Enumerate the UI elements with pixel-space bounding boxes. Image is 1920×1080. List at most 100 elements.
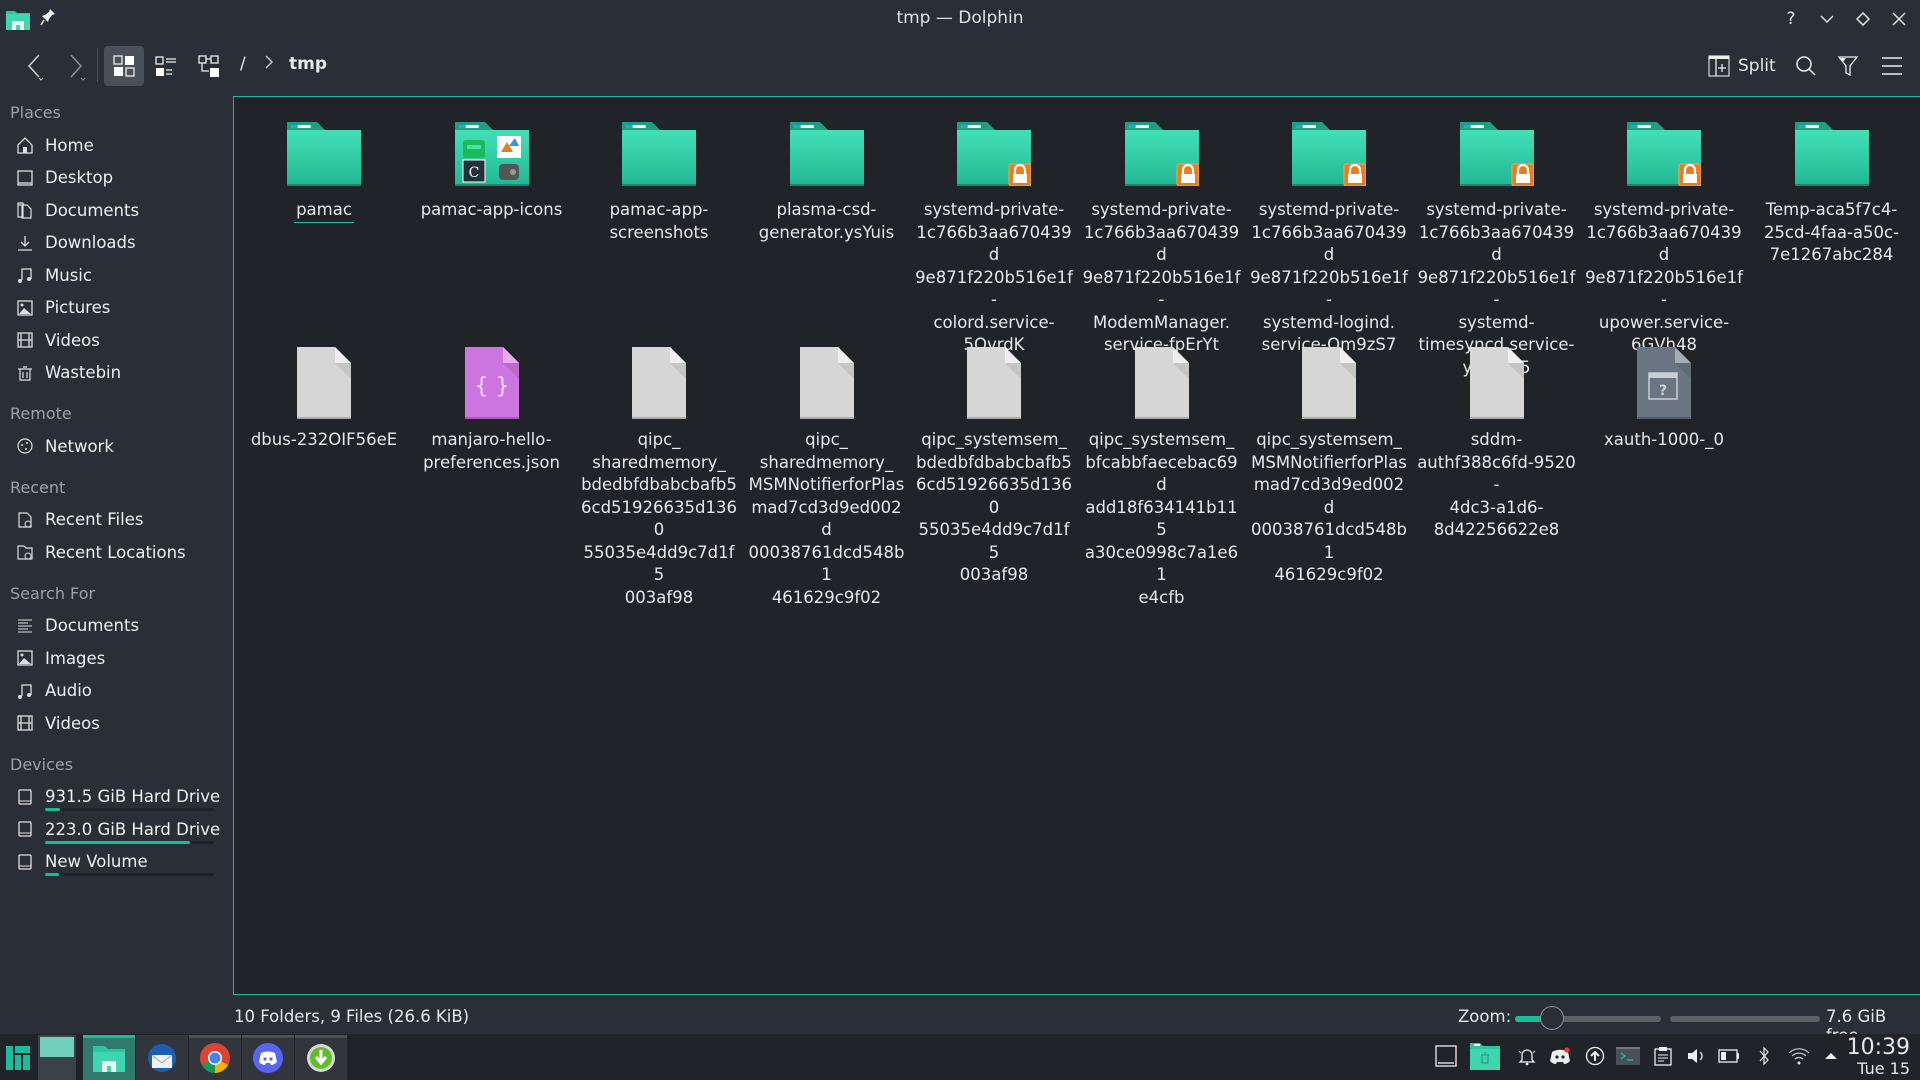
- sidebar-item-label: Home: [45, 135, 94, 155]
- volume-icon[interactable]: [1684, 1044, 1708, 1068]
- breadcrumb-separator-icon: [264, 54, 274, 75]
- sidebar-item-label: 931.5 GiB Hard Drive: [45, 787, 221, 807]
- file-icon: [787, 343, 867, 423]
- file-item[interactable]: { } manjaro-hello- preferences.json: [412, 343, 572, 474]
- locked-folder-icon: [1122, 113, 1202, 193]
- sidebar-item-network[interactable]: Network: [0, 430, 232, 463]
- search-icon: [1796, 56, 1816, 76]
- taskbar-downloader[interactable]: [295, 1035, 347, 1080]
- folder-item[interactable]: systemd-private- 1c766b3aa670439d 9e871f…: [1249, 113, 1409, 357]
- back-button[interactable]: [14, 46, 54, 86]
- breadcrumb-current[interactable]: tmp: [289, 54, 327, 74]
- toolbar: / tmp Split: [0, 44, 1920, 88]
- zoom-slider[interactable]: [1515, 1006, 1661, 1030]
- battery-icon[interactable]: [1717, 1044, 1741, 1068]
- hamburger-menu-button[interactable]: [1872, 46, 1912, 86]
- terminal-icon[interactable]: [1616, 1044, 1640, 1068]
- split-label: Split: [1738, 56, 1776, 76]
- sidebar-item-label: Images: [45, 648, 106, 668]
- taskbar-dolphin[interactable]: [83, 1035, 135, 1080]
- digital-clock[interactable]: 10:39 Tue 15: [1847, 1036, 1910, 1078]
- folder-item[interactable]: Temp-aca5f7c4- 25cd-4faa-a50c- 7e1267abc…: [1752, 113, 1912, 267]
- manjaro-logo-icon: [6, 1045, 30, 1070]
- filter-button[interactable]: [1828, 46, 1868, 86]
- folder-item[interactable]: pamac: [244, 113, 404, 223]
- sidebar-item-label: Downloads: [45, 233, 136, 253]
- folder-item[interactable]: plasma-csd- generator.ysYuis: [747, 113, 907, 244]
- window-title: tmp — Dolphin: [896, 8, 1024, 28]
- sidebar-item-home[interactable]: Home: [0, 129, 232, 162]
- forward-button[interactable]: [56, 46, 96, 86]
- taskbar: 10:39 Tue 15: [0, 1034, 1920, 1080]
- breadcrumb-root[interactable]: /: [240, 54, 246, 74]
- sidebar-item-music[interactable]: Music: [0, 259, 232, 292]
- sidebar-item-recent-locations[interactable]: Recent Locations: [0, 536, 232, 569]
- sidebar-item-931-5-gib-hard-drive[interactable]: 931.5 GiB Hard Drive: [0, 781, 232, 814]
- file-name: qipc_systemsem_ bdedbfdbabcbafb5 6cd5192…: [916, 430, 1072, 584]
- sidebar-item-wastebin[interactable]: Wastebin: [0, 357, 232, 390]
- sidebar-item-223-0-gib-hard-drive[interactable]: 223.0 GiB Hard Drive: [0, 813, 232, 846]
- sidebar-item-pictures[interactable]: Pictures: [0, 292, 232, 325]
- sidebar-item-recent-files[interactable]: Recent Files: [0, 504, 232, 537]
- sidebar-item-desktop[interactable]: Desktop: [0, 162, 232, 195]
- file-item[interactable]: ? xauth-1000-_0: [1584, 343, 1744, 452]
- wifi-icon[interactable]: [1787, 1044, 1811, 1068]
- folder-item[interactable]: systemd-private- 1c766b3aa670439d 9e871f…: [914, 113, 1074, 357]
- bluetooth-icon[interactable]: [1752, 1044, 1776, 1068]
- dolphin-trash-icon[interactable]: [1470, 1042, 1500, 1070]
- sidebar-item-audio[interactable]: Audio: [0, 675, 232, 708]
- tray-expand-icon[interactable]: [1819, 1044, 1843, 1068]
- clock-time: 10:39: [1846, 1035, 1910, 1060]
- file-item[interactable]: qipc_systemsem_ bdedbfdbabcbafb5 6cd5192…: [914, 343, 1074, 587]
- taskbar-thunderbird[interactable]: [136, 1035, 188, 1080]
- close-button[interactable]: [1886, 6, 1912, 32]
- file-view[interactable]: pamac C pamac-app-icons pamac-app- scree…: [233, 96, 1920, 995]
- zoom-label: Zoom:: [1458, 1007, 1512, 1026]
- file-item[interactable]: qipc_systemsem_ bfcabbfaecebac69d add18f…: [1082, 343, 1242, 609]
- trash-icon: [16, 364, 34, 382]
- folder-item[interactable]: systemd-private- 1c766b3aa670439d 9e871f…: [1082, 113, 1242, 357]
- sidebar-item-images[interactable]: Images: [0, 642, 232, 675]
- search-videos-icon: [16, 714, 34, 732]
- help-button[interactable]: ?: [1778, 6, 1804, 32]
- sidebar-item-documents[interactable]: Documents: [0, 194, 232, 227]
- pager-desktop-1[interactable]: [40, 1037, 74, 1057]
- file-name: pamac: [294, 199, 354, 223]
- minimize-button[interactable]: [1814, 6, 1840, 32]
- file-item[interactable]: qipc_ sharedmemory_ bdedbfdbabcbafb5 6cd…: [579, 343, 739, 609]
- virtual-desktop-pager[interactable]: [38, 1035, 76, 1080]
- folder-item[interactable]: pamac-app- screenshots: [579, 113, 739, 244]
- updates-icon[interactable]: [1583, 1044, 1607, 1068]
- file-item[interactable]: sddm- authf388c6fd-9520- 4dc3-a1d6- 8d42…: [1417, 343, 1577, 542]
- discord-tray-icon[interactable]: [1548, 1044, 1572, 1068]
- sidebar-item-downloads[interactable]: Downloads: [0, 227, 232, 260]
- folder-item[interactable]: C pamac-app-icons: [412, 113, 572, 222]
- recent-files-icon: [16, 511, 34, 529]
- folder-item[interactable]: systemd-private- 1c766b3aa670439d 9e871f…: [1584, 113, 1744, 357]
- icons-view-button[interactable]: [104, 46, 144, 86]
- application-launcher-button[interactable]: [0, 1035, 36, 1080]
- search-button[interactable]: [1786, 46, 1826, 86]
- clipboard-icon[interactable]: [1651, 1044, 1675, 1068]
- sidebar-item-documents[interactable]: Documents: [0, 610, 232, 643]
- show-desktop-icon[interactable]: [1434, 1044, 1458, 1068]
- taskbar-chrome[interactable]: [189, 1035, 241, 1080]
- folder-item[interactable]: systemd-private- 1c766b3aa670439d 9e871f…: [1417, 113, 1577, 379]
- maximize-button[interactable]: [1850, 6, 1876, 32]
- sidebar-item-videos[interactable]: Videos: [0, 324, 232, 357]
- sidebar-item-label: Desktop: [45, 168, 114, 188]
- taskbar-discord[interactable]: [242, 1035, 294, 1080]
- svg-text:?: ?: [1659, 383, 1667, 399]
- notifications-icon[interactable]: [1515, 1044, 1539, 1068]
- split-button[interactable]: Split: [1708, 48, 1776, 84]
- zoom-slider-handle[interactable]: [1539, 1006, 1564, 1030]
- sidebar-item-videos[interactable]: Videos: [0, 707, 232, 740]
- file-item[interactable]: dbus-232OIF56eE: [244, 343, 404, 452]
- details-view-button[interactable]: [146, 46, 186, 86]
- sidebar-item-new-volume[interactable]: New Volume: [0, 846, 232, 879]
- tree-view-button[interactable]: [189, 46, 229, 86]
- file-item[interactable]: qipc_ sharedmemory_ MSMNotifierforPlas m…: [747, 343, 907, 609]
- file-name: qipc_ sharedmemory_ bdedbfdbabcbafb5 6cd…: [581, 430, 737, 607]
- videos-icon: [16, 331, 34, 349]
- file-item[interactable]: qipc_systemsem_ MSMNotifierforPlas mad7c…: [1249, 343, 1409, 587]
